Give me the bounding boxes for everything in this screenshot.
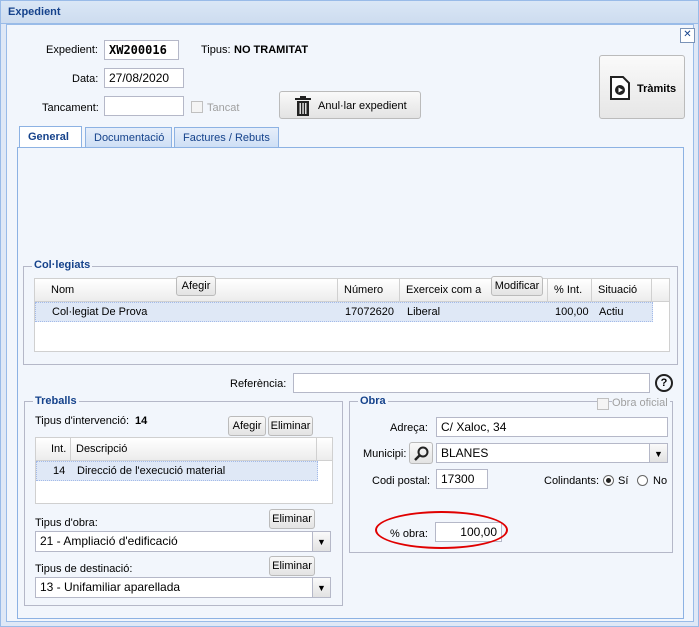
anular-expedient-label: Anul·lar expedient	[318, 100, 407, 112]
col-numero[interactable]: Número	[344, 284, 383, 296]
tab-general[interactable]: General	[19, 126, 82, 148]
chevron-down-icon[interactable]: ▼	[312, 532, 330, 551]
tipus-obra-select[interactable]: 21 - Ampliació d'edificació ▼	[35, 531, 331, 552]
tancament-field[interactable]	[104, 96, 184, 116]
tramits-button[interactable]: Tràmits	[599, 55, 685, 119]
window-body: ✕ Expedient: XW200016 Tipus: NO TRAMITAT…	[6, 24, 695, 622]
tipus-intervencio-value: 14	[135, 415, 148, 427]
colindants-no-radio[interactable]	[637, 475, 648, 486]
expedient-field[interactable]: XW200016	[104, 40, 179, 60]
tramits-label: Tràmits	[637, 83, 677, 95]
tipus-obra-value: 21 - Ampliació d'edificació	[40, 534, 178, 548]
treballs-grid-header: Int. Descripció	[36, 438, 332, 461]
tipus-label: Tipus:	[201, 44, 231, 56]
municipi-label: Municipi:	[363, 448, 407, 460]
obra-oficial-label: Obra oficial	[612, 397, 670, 409]
table-row[interactable]: Col·legiat De Prova 17072620 Liberal 100…	[35, 302, 653, 322]
referencia-label: Referència:	[230, 378, 287, 390]
col-int[interactable]: % Int.	[554, 284, 582, 296]
codi-postal-field[interactable]: 17300	[436, 469, 488, 489]
tancament-label: Tancament:	[42, 102, 99, 114]
col-situacio[interactable]: Situació	[598, 284, 637, 296]
treballs-eliminar-button[interactable]: Eliminar	[268, 416, 313, 436]
codi-postal-label: Codi postal:	[372, 475, 431, 487]
collegiats-afegir-button[interactable]: Afegir	[176, 276, 216, 296]
colindants-si-radio[interactable]	[603, 475, 614, 486]
row-descripcio: Direcció de l'execució material	[77, 465, 226, 477]
tancat-label: Tancat	[207, 102, 240, 114]
row-nom: Col·legiat De Prova	[52, 306, 148, 318]
collegiats-modificar-button[interactable]: Modificar	[491, 276, 543, 296]
obra-fieldset: Obra Obra oficial Adreça: C/ Xaloc, 34 M…	[349, 395, 673, 553]
treballs-afegir-button[interactable]: Afegir	[228, 416, 266, 436]
tancat-checkbox[interactable]	[191, 101, 203, 113]
tipus-obra-eliminar-button[interactable]: Eliminar	[269, 509, 315, 529]
row-situacio: Actiu	[599, 306, 624, 318]
tab-documentacio[interactable]: Documentació	[85, 127, 172, 147]
row-int: 100,00	[555, 306, 589, 318]
col-nom[interactable]: Nom	[51, 284, 74, 296]
window-titlebar: Expedient	[1, 1, 698, 24]
tipus-obra-label: Tipus d'obra:	[35, 517, 98, 529]
tipus-intervencio-label: Tipus d'intervenció:	[35, 415, 130, 427]
search-icon	[414, 446, 429, 461]
document-play-icon	[610, 76, 630, 100]
colindants-no-label: No	[653, 475, 668, 487]
collegiats-fieldset: Col·legiats Nom Número Exerceix com a % …	[23, 259, 678, 365]
col-descripcio[interactable]: Descripció	[76, 443, 127, 455]
anular-expedient-button[interactable]: Anul·lar expedient	[279, 91, 421, 119]
table-row[interactable]: 14 Direcció de l'execució material	[36, 461, 318, 481]
municipi-value: BLANES	[441, 446, 489, 460]
highlight-ellipse	[375, 511, 508, 549]
chevron-down-icon[interactable]: ▼	[312, 578, 330, 597]
obra-legend: Obra	[358, 395, 388, 407]
collegiats-legend: Col·legiats	[32, 259, 93, 271]
colindants-si-label: Sí	[618, 475, 629, 487]
window-title: Expedient	[8, 6, 61, 18]
close-icon[interactable]: ✕	[680, 28, 695, 43]
expedient-window: Expedient ✕ Expedient: XW200016 Tipus: N…	[0, 0, 699, 627]
municipi-select[interactable]: BLANES ▼	[436, 443, 668, 463]
trash-icon	[295, 96, 311, 116]
tipus-value: NO TRAMITAT	[234, 44, 309, 56]
tipus-destinacio-eliminar-button[interactable]: Eliminar	[269, 556, 315, 576]
row-numero: 17072620	[345, 306, 394, 318]
data-label: Data:	[72, 73, 99, 85]
tipus-destinacio-select[interactable]: 13 - Unifamiliar aparellada ▼	[35, 577, 331, 598]
col-exerceix[interactable]: Exerceix com a	[406, 284, 481, 296]
tipus-destinacio-value: 13 - Unifamiliar aparellada	[40, 580, 181, 594]
row-int: 14	[53, 465, 66, 477]
search-button[interactable]	[409, 442, 433, 464]
referencia-field[interactable]	[293, 373, 650, 393]
expedient-label: Expedient:	[46, 44, 98, 56]
col-int[interactable]: Int.	[51, 443, 66, 455]
treballs-grid: Int. Descripció 14 Direcció de l'execuci…	[35, 437, 333, 504]
tab-factures-rebuts[interactable]: Factures / Rebuts	[174, 127, 279, 147]
adreca-field[interactable]: C/ Xaloc, 34	[436, 417, 668, 437]
treballs-fieldset: Treballs Tipus d'intervenció: 14 Afegir …	[24, 395, 343, 606]
tipus-destinacio-label: Tipus de destinació:	[35, 563, 133, 575]
data-field[interactable]: 27/08/2020	[104, 68, 184, 88]
adreca-label: Adreça:	[390, 422, 428, 434]
colindants-label: Colindants:	[544, 475, 600, 487]
question-circle-icon[interactable]: ?	[655, 374, 673, 392]
obra-oficial-checkbox[interactable]	[597, 398, 609, 410]
collegiats-grid-header: Nom Número Exerceix com a % Int. Situaci…	[35, 279, 669, 302]
collegiats-grid: Nom Número Exerceix com a % Int. Situaci…	[34, 278, 670, 352]
row-exerceix: Liberal	[407, 306, 441, 318]
chevron-down-icon[interactable]: ▼	[649, 444, 667, 462]
general-tab-panel: Col·legiats Nom Número Exerceix com a % …	[17, 147, 684, 619]
treballs-legend: Treballs	[33, 395, 79, 407]
